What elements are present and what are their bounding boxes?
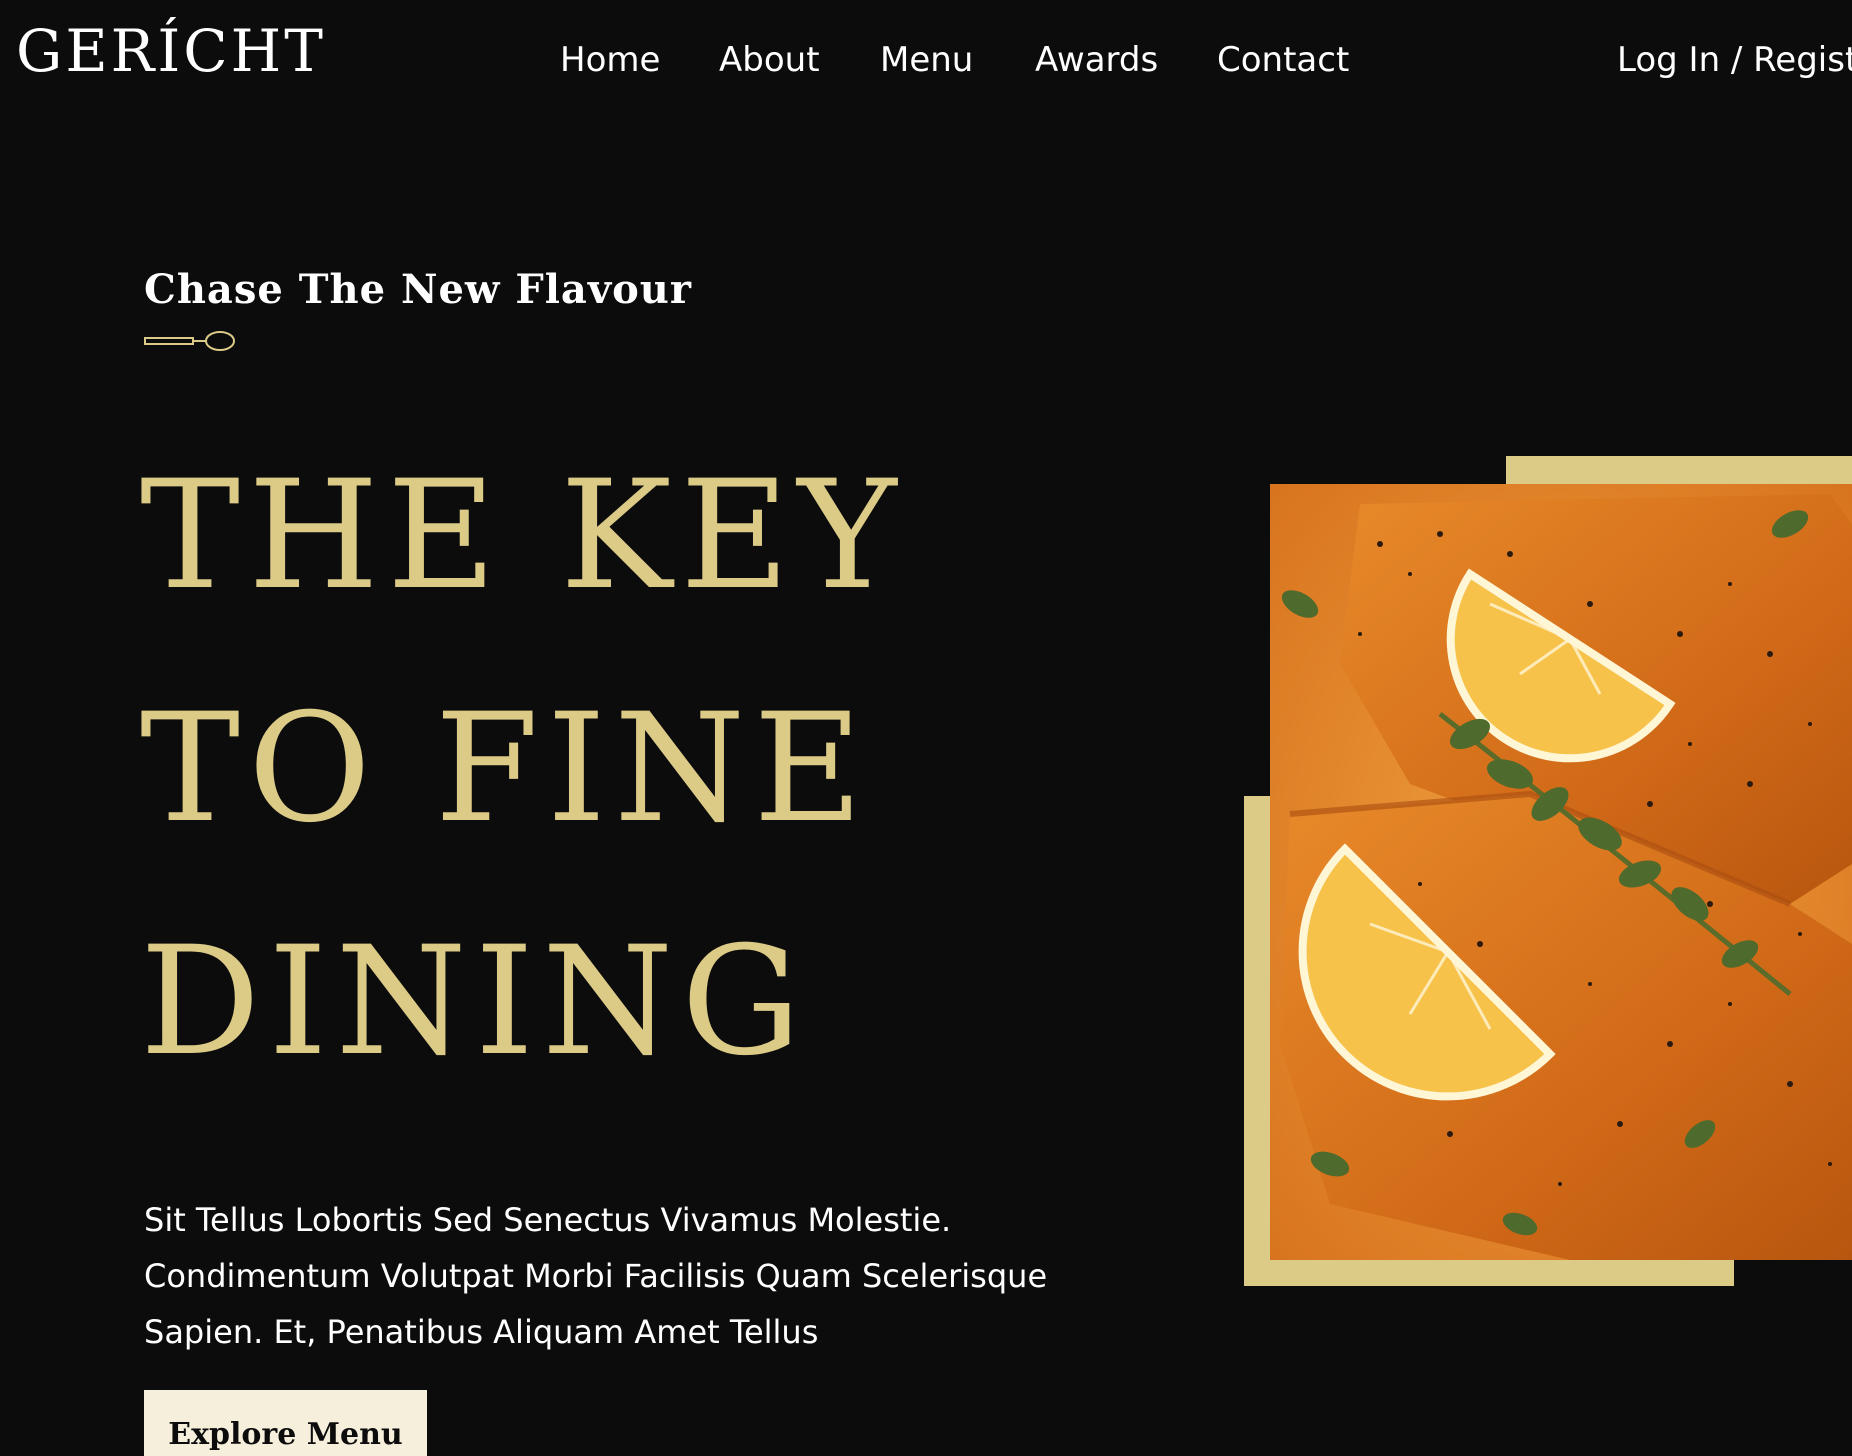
image-frame-top-accent bbox=[1506, 456, 1852, 484]
login-register-link[interactable]: Log In / Registr bbox=[1617, 36, 1852, 84]
nav-link-awards[interactable]: Awards bbox=[1035, 36, 1158, 84]
hero-headline: THE KEY TO FINE DINING bbox=[140, 420, 1040, 1119]
nav-link-about[interactable]: About bbox=[719, 36, 820, 84]
main-navigation: Home About Menu Awards Contact Log In / … bbox=[0, 36, 1852, 86]
headline-line-2: TO FINE bbox=[140, 682, 871, 856]
explore-menu-button[interactable]: Explore Menu bbox=[144, 1390, 427, 1456]
hero-description: Sit Tellus Lobortis Sed Senectus Vivamus… bbox=[144, 1201, 1048, 1351]
headline-line-3: DINING bbox=[140, 915, 810, 1089]
hero-food-image bbox=[1270, 484, 1852, 1260]
spoon-icon bbox=[144, 331, 235, 351]
nav-link-menu[interactable]: Menu bbox=[880, 36, 973, 84]
nav-link-contact[interactable]: Contact bbox=[1217, 36, 1349, 84]
salmon-dish-illustration bbox=[1270, 484, 1852, 1260]
headline-line-1: THE KEY bbox=[140, 449, 905, 623]
hero-subtitle: Chase The New Flavour bbox=[144, 266, 692, 313]
nav-link-home[interactable]: Home bbox=[560, 36, 660, 84]
